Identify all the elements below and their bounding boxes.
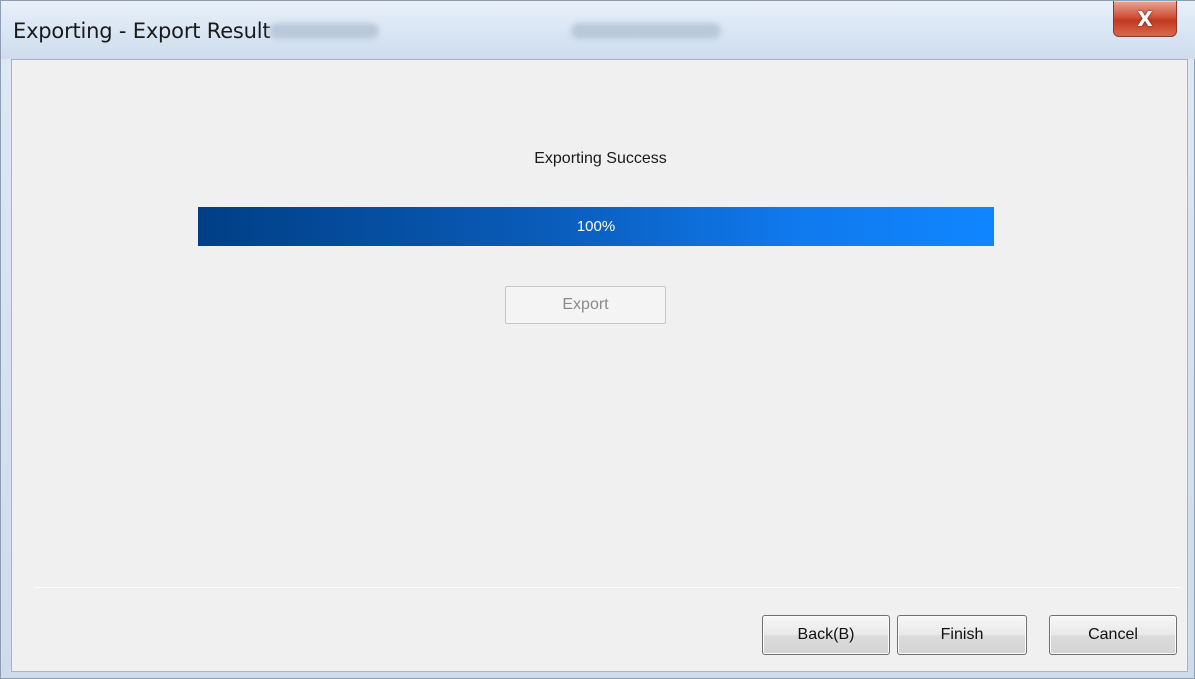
export-wizard-window: Exporting - Export Result X Exporting Su… (0, 0, 1195, 679)
export-status-text: Exporting Success (534, 150, 667, 167)
dialog-body: Exporting Success 100% Export Back(B) Fi… (11, 59, 1188, 672)
finish-button[interactable]: Finish (897, 615, 1027, 655)
close-icon: X (1137, 6, 1153, 31)
back-button[interactable]: Back(B) (762, 615, 890, 655)
export-progress-bar: 100% (198, 207, 994, 246)
export-button[interactable]: Export (505, 286, 666, 324)
progress-label: 100% (576, 218, 616, 235)
redacted-title-segment (571, 23, 721, 39)
redacted-title-segment (269, 23, 379, 39)
cancel-button[interactable]: Cancel (1049, 615, 1177, 655)
title-bar[interactable]: Exporting - Export Result X (1, 1, 1195, 59)
window-title: Exporting - Export Result (13, 19, 271, 43)
footer-separator (35, 587, 1180, 588)
close-button[interactable]: X (1113, 1, 1177, 37)
